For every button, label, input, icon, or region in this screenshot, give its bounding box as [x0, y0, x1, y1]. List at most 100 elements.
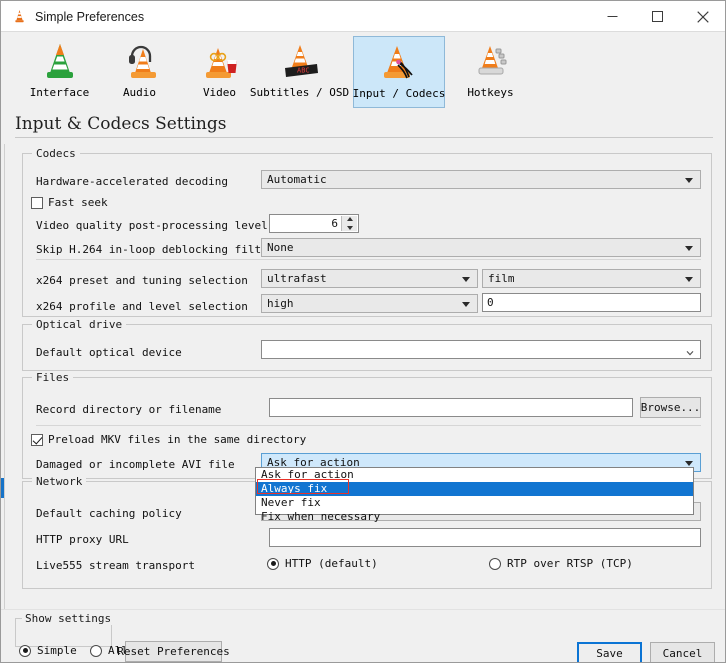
post-processing-spinbox[interactable]: 6	[269, 214, 359, 233]
post-processing-value: 6	[331, 217, 338, 230]
x264-level-value: 0	[487, 296, 494, 309]
title-divider	[15, 137, 713, 138]
tab-hotkeys[interactable]: Hotkeys	[444, 36, 537, 108]
optical-drive-group-title: Optical drive	[32, 318, 127, 331]
vlc-cone-interface-icon	[37, 40, 83, 84]
caching-policy-label: Default caching policy	[36, 507, 182, 520]
tab-label: Subtitles / OSD	[249, 86, 350, 99]
deblocking-value: None	[267, 241, 294, 254]
post-processing-label: Video quality post-processing level	[36, 219, 268, 232]
x264-preset-value: ultrafast	[267, 272, 327, 285]
svg-text:ABC: ABC	[297, 67, 310, 75]
files-separator	[36, 425, 701, 426]
http-proxy-input[interactable]	[269, 528, 701, 547]
x264-preset-label: x264 preset and tuning selection	[36, 274, 248, 287]
radio-circle	[90, 644, 102, 657]
vlc-cone-audio-icon	[117, 40, 163, 84]
preferences-toolbar: Interface Audio Video ABC Subtitles / OS…	[1, 32, 725, 112]
record-directory-input[interactable]	[269, 398, 633, 417]
dropdown-option-highlighted[interactable]: Always fix	[256, 482, 693, 496]
hardware-decoding-label: Hardware-accelerated decoding	[36, 175, 229, 188]
chevron-down-icon	[685, 276, 693, 282]
tab-label: Video	[202, 86, 237, 99]
default-optical-device-label: Default optical device	[36, 346, 182, 359]
show-settings-title: Show settings	[22, 612, 115, 625]
http-proxy-label: HTTP proxy URL	[36, 533, 129, 546]
record-directory-label: Record directory or filename	[36, 403, 222, 416]
deblocking-combobox[interactable]: None	[261, 238, 701, 257]
tab-label: Interface	[29, 86, 90, 99]
x264-preset-combobox[interactable]: ultrafast	[261, 269, 478, 288]
deblocking-label: Skip H.264 in-loop deblocking filter	[36, 243, 275, 256]
radio-circle	[489, 557, 501, 570]
window-controls	[590, 1, 725, 32]
vlc-cone-icon	[12, 9, 27, 24]
tab-label: Input / Codecs	[352, 87, 446, 100]
chevron-down-icon	[685, 460, 693, 466]
cancel-button-label: Cancel	[662, 646, 703, 660]
settings-scroll-area: Codecs Hardware-accelerated decoding Aut…	[8, 141, 720, 611]
codecs-group-title: Codecs	[32, 147, 80, 160]
settings-scrollbar[interactable]	[1, 144, 5, 609]
codecs-separator	[36, 259, 701, 260]
tab-label: Hotkeys	[467, 86, 514, 99]
dropdown-option[interactable]: Never fix	[256, 496, 693, 510]
dropdown-option[interactable]: Ask for action	[256, 468, 693, 482]
close-button[interactable]	[680, 1, 725, 32]
simple-preferences-window: Simple Preferences Interface Audio Video…	[0, 0, 726, 663]
maximize-button[interactable]	[635, 1, 680, 32]
live555-rtp-label: RTP over RTSP (TCP)	[507, 557, 633, 570]
scrollbar-thumb[interactable]	[1, 478, 4, 498]
files-group-title: Files	[32, 371, 74, 384]
dialog-footer: Show settings Simple All Reset Preferenc…	[1, 609, 725, 662]
radio-circle	[19, 644, 31, 657]
vlc-cone-hotkeys-icon	[468, 40, 514, 84]
damaged-avi-dropdown-list[interactable]: Ask for action Always fix Never fix Fix …	[255, 467, 694, 523]
network-group-title: Network	[32, 475, 87, 488]
show-settings-simple-radio[interactable]: Simple	[19, 644, 77, 657]
vlc-cone-video-icon	[197, 40, 243, 84]
radio-circle	[267, 557, 279, 570]
chevron-down-icon	[685, 245, 693, 251]
minimize-button[interactable]	[590, 1, 635, 32]
hardware-decoding-combobox[interactable]: Automatic	[261, 170, 701, 189]
fast-seek-checkbox[interactable]: Fast seek	[31, 196, 108, 209]
reset-preferences-button[interactable]: Reset Preferences	[117, 641, 230, 662]
save-button[interactable]: Save	[577, 642, 642, 662]
live555-label: Live555 stream transport	[36, 559, 195, 572]
show-settings-simple-label: Simple	[37, 644, 77, 657]
save-button-label: Save	[596, 646, 623, 660]
spinner-up-icon[interactable]	[346, 217, 353, 221]
x264-profile-value: high	[267, 297, 294, 310]
x264-tuning-combobox[interactable]: film	[482, 269, 701, 288]
spinner-buttons[interactable]	[341, 216, 357, 231]
tab-subtitles-osd[interactable]: ABC Subtitles / OSD	[249, 36, 350, 108]
live555-http-radio[interactable]: HTTP (default)	[267, 557, 378, 570]
x264-profile-label: x264 profile and level selection	[36, 300, 248, 313]
live555-http-label: HTTP (default)	[285, 557, 378, 570]
x264-profile-combobox[interactable]: high	[261, 294, 478, 313]
x264-tuning-value: film	[488, 272, 515, 285]
vlc-cone-subtitles-icon: ABC	[277, 40, 323, 84]
live555-rtp-radio[interactable]: RTP over RTSP (TCP)	[489, 557, 633, 570]
default-optical-device-combobox[interactable]	[261, 340, 701, 359]
spinner-down-icon[interactable]	[346, 226, 353, 230]
window-title: Simple Preferences	[35, 9, 145, 24]
hardware-decoding-value: Automatic	[267, 173, 327, 186]
cancel-button[interactable]: Cancel	[650, 642, 715, 662]
preload-mkv-label: Preload MKV files in the same directory	[48, 433, 307, 446]
browse-button[interactable]: Browse...	[640, 397, 701, 418]
vlc-cone-input-icon	[376, 41, 422, 85]
show-settings-group: Show settings	[15, 612, 115, 647]
chevron-down-icon	[462, 301, 470, 307]
page-title: Input & Codecs Settings	[15, 114, 227, 134]
x264-level-input[interactable]: 0	[482, 293, 701, 312]
chevron-down-icon	[462, 276, 470, 282]
damaged-avi-label: Damaged or incomplete AVI file	[36, 458, 235, 471]
chevron-down-icon	[686, 347, 694, 355]
chevron-down-icon	[685, 177, 693, 183]
title-bar: Simple Preferences	[1, 1, 725, 32]
dropdown-option[interactable]: Fix when necessary	[256, 510, 693, 524]
tab-input-codecs[interactable]: Input / Codecs	[353, 36, 445, 108]
preload-mkv-checkbox[interactable]: Preload MKV files in the same directory	[31, 433, 306, 446]
